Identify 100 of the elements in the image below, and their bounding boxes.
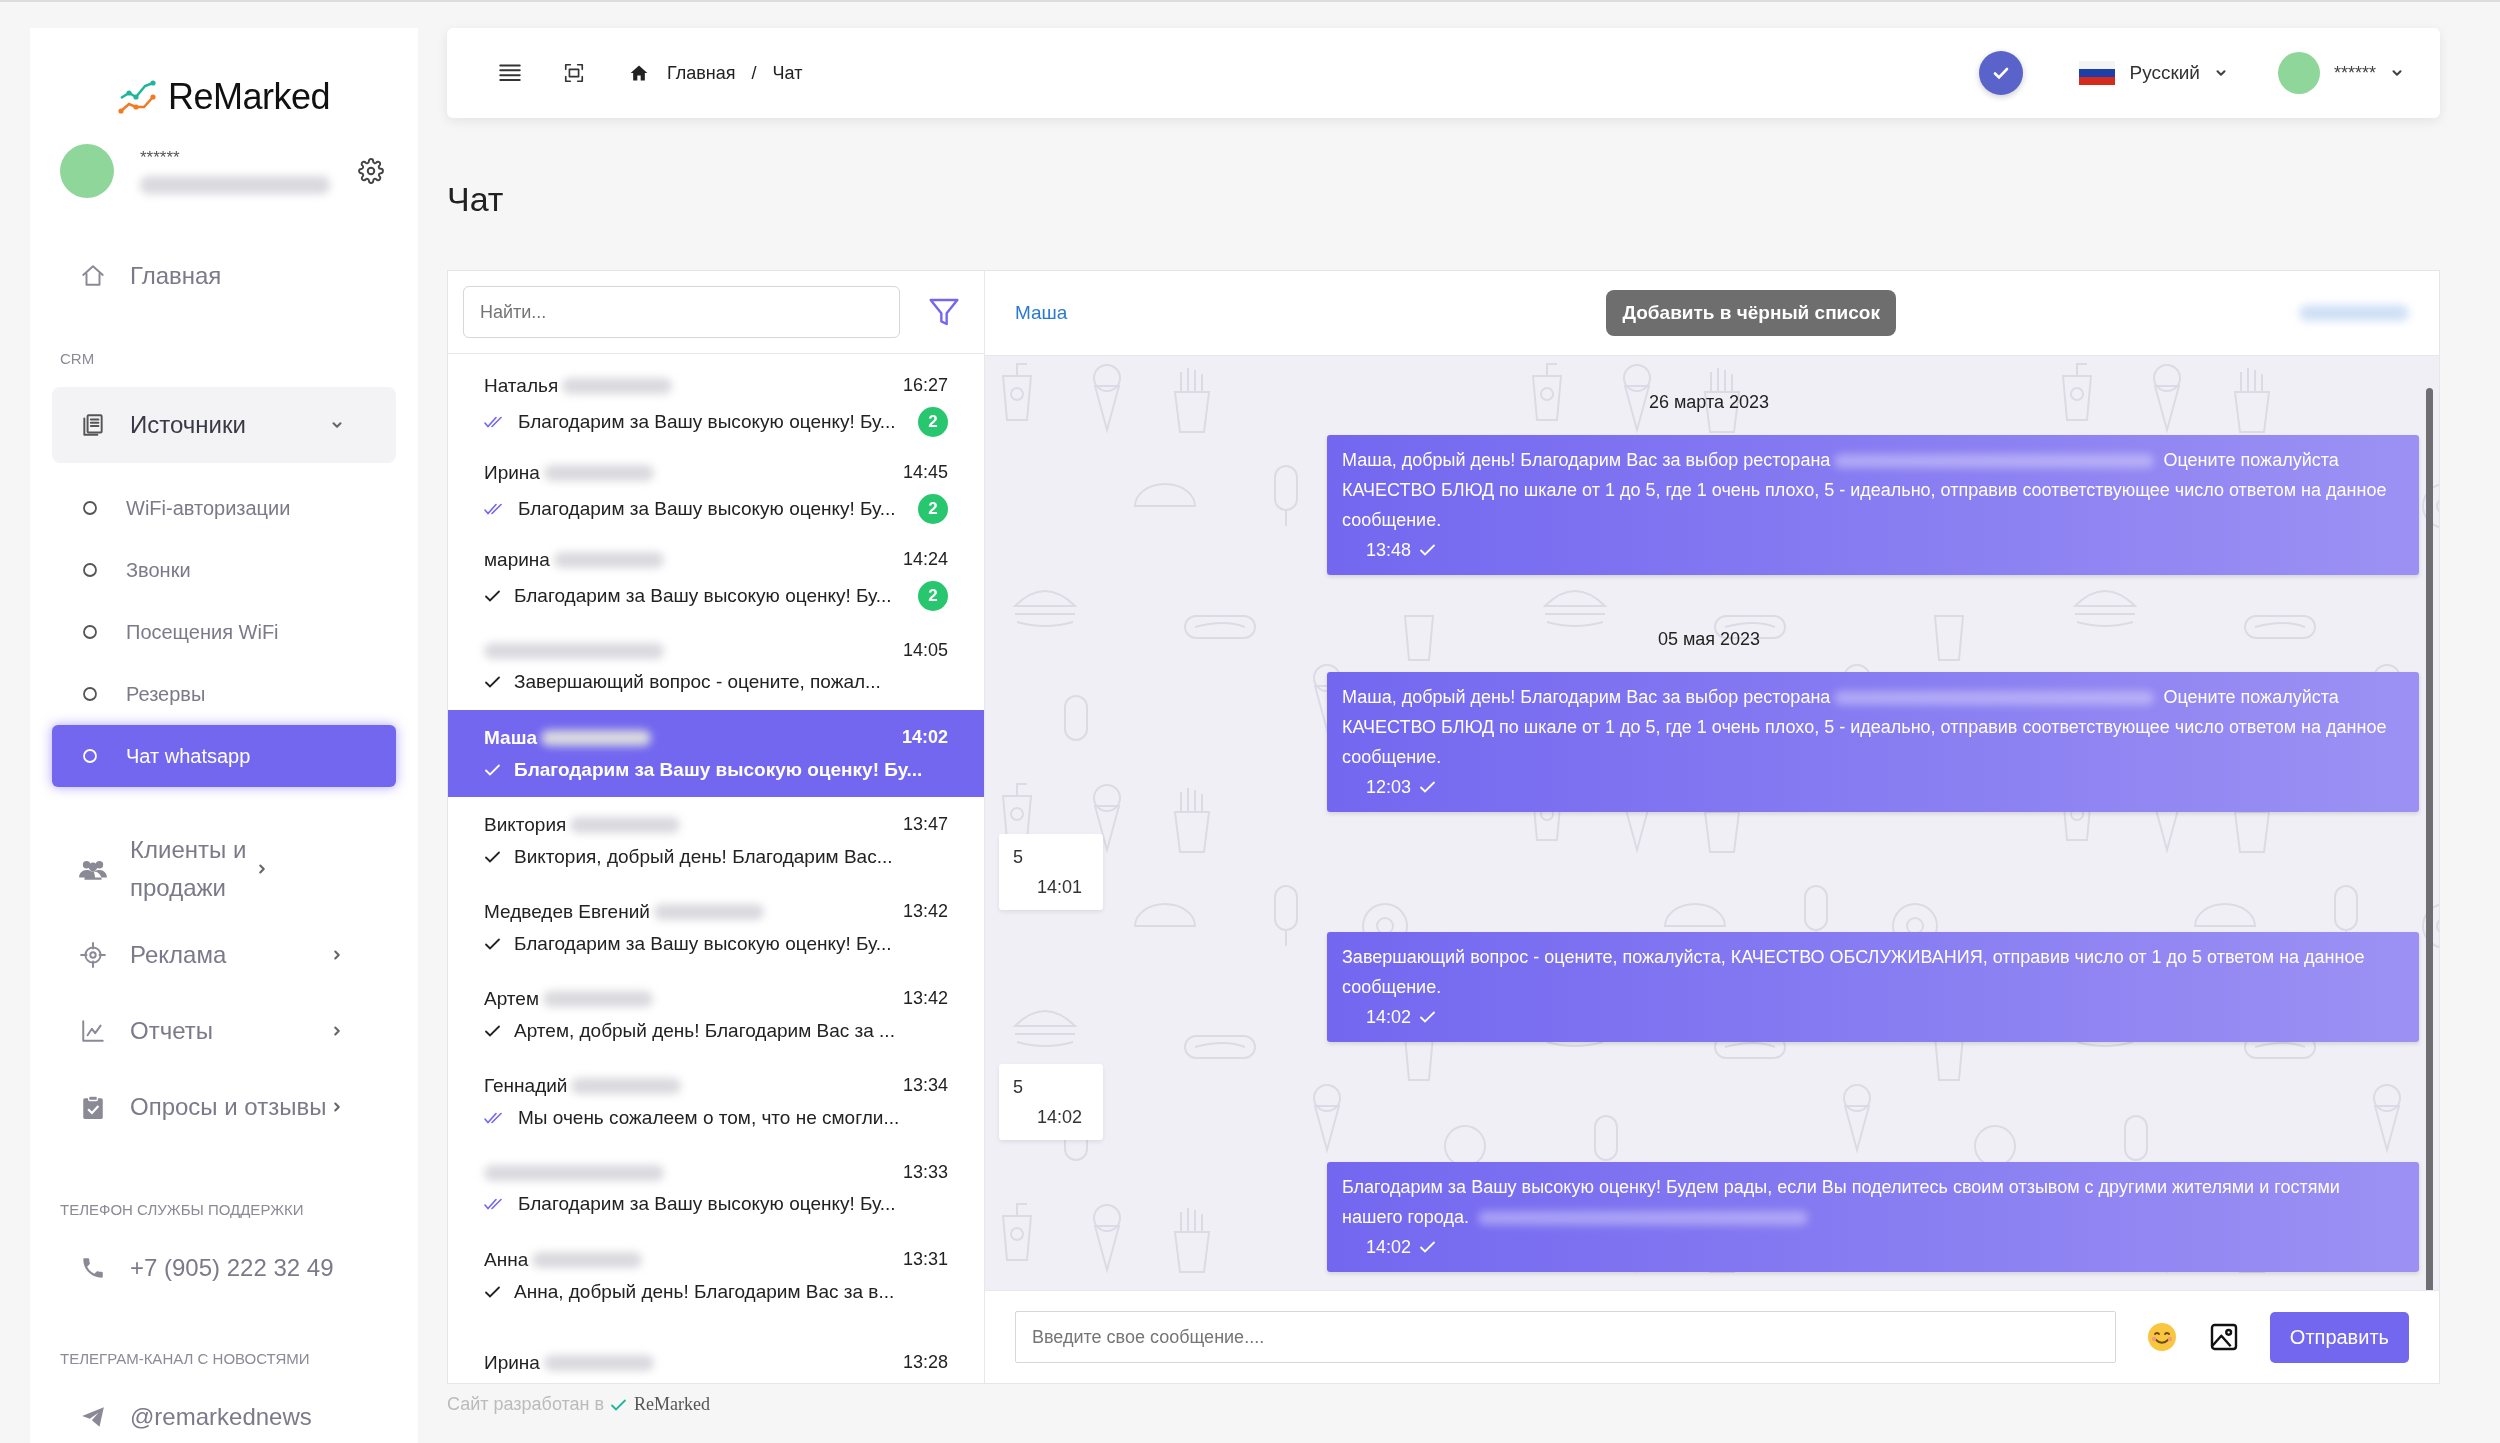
breadcrumb: Чат xyxy=(772,62,803,84)
chat-list-item[interactable]: Медведев Евгений 13:42 Благодарим за Вашу высокую оценку! Бу... xyxy=(448,884,984,972)
fullscreen-icon[interactable] xyxy=(563,62,585,84)
section-heading: ТЕЛЕГРАМ-КАНАЛ С НОВОСТЯМИ xyxy=(59,1350,311,1367)
message-time: 13:28 xyxy=(902,1352,948,1374)
message-text: Маша, добрый день! Благодарим Вас за выбор ресторана Оцените пожалуйста КАЧЕСТВО БЛЮД по шкале от 1 до 5, где 1 очень плохо, 5 - идеально, отправив соответствующее число ответом на данное сообщение. xyxy=(1342,686,2388,769)
chat-list-item[interactable]: марина 14:24 Благодарим за Вашу высокую оценку! Бу... 2 xyxy=(448,536,984,624)
message-time: 14:02 xyxy=(901,727,948,749)
circle-icon xyxy=(82,748,98,764)
footer-text: Сайт разработан в xyxy=(447,1394,605,1415)
message-preview: Благодарим за Вашу высокую оценку! Бу... xyxy=(514,932,892,955)
breadcrumb-separator: / xyxy=(751,62,757,84)
message-preview: Благодарим за Вашу высокую оценку! Бу... xyxy=(518,410,896,433)
contact-name: Артем xyxy=(484,987,539,1010)
message-time: 13:31 xyxy=(902,1249,948,1271)
nav-item[interactable]: Реклама xyxy=(52,917,396,993)
message-preview: Анна, добрый день! Благодарим Вас за в... xyxy=(514,1280,895,1303)
message-preview: Виктория, добрый день! Благодарим Вас... xyxy=(514,845,893,868)
send-button[interactable]: Отправить xyxy=(2269,1311,2409,1363)
message-text: 5 xyxy=(1013,1076,1024,1099)
check-icon xyxy=(1419,543,1438,557)
footer-logo[interactable]: ReMarked xyxy=(634,1394,711,1415)
check-icon xyxy=(1419,780,1438,794)
logo-text: ReMarked xyxy=(167,76,331,118)
blacklist-button[interactable]: Добавить в чёрный список xyxy=(1606,290,1896,336)
section-heading: ТЕЛЕФОН СЛУЖБЫ ПОДДЕРЖКИ xyxy=(59,1201,305,1218)
nav-item[interactable]: Клиенты и продажи xyxy=(52,821,396,917)
message-text: 5 xyxy=(1013,846,1024,869)
contact-name: Анна xyxy=(484,1248,529,1271)
message-time: 14:02 xyxy=(1037,1106,1083,1129)
date-label: 05 мая 2023 xyxy=(1657,629,1761,650)
chat-list-item[interactable]: Наталья 16:27 Благодарим за Вашу высокую оценку! Бу... 2 xyxy=(448,362,984,450)
message-preview: Благодарим за Вашу высокую оценку! Бу... xyxy=(514,758,923,781)
settings-icon[interactable] xyxy=(358,158,384,184)
chat-list-item[interactable]: 13:33 Благодарим за Вашу высокую оценку! Бу... xyxy=(448,1145,984,1233)
smiley-icon[interactable] xyxy=(2145,1321,2178,1353)
check-icon[interactable] xyxy=(1979,51,2024,95)
message-time: 12:03 xyxy=(1366,776,1412,799)
crosshair-icon xyxy=(78,942,108,968)
message-time: 14:05 xyxy=(902,640,948,662)
circle-icon xyxy=(82,500,98,516)
avatar xyxy=(60,144,114,198)
message-preview: Завершающий вопрос - оцените, пожал... xyxy=(514,671,881,694)
chat-list-item[interactable]: Ирина 13:28 xyxy=(448,1319,984,1383)
chat-list-item[interactable]: Анна 13:31 Анна, добрый день! Благодарим Вас за в... xyxy=(448,1232,984,1320)
search-field[interactable]: Найти... xyxy=(463,286,900,339)
unread-badge: 2 xyxy=(918,580,948,611)
nav-item[interactable]: Главная xyxy=(52,238,396,314)
contact-link[interactable]: Маша xyxy=(1015,302,1068,324)
message-time: 16:27 xyxy=(902,375,948,397)
contact-name: Геннадий xyxy=(484,1074,568,1097)
message-text: Маша, добрый день! Благодарим Вас за выбор ресторана Оцените пожалуйста КАЧЕСТВО БЛЮД по шкале от 1 до 5, где 1 очень плохо, 5 - идеально, отправив соответствующее число ответом на данное сообщение. xyxy=(1342,449,2388,532)
nav-item[interactable]: Отчеты xyxy=(52,993,396,1069)
message-time: 14:02 xyxy=(1366,1236,1412,1259)
scrollbar[interactable] xyxy=(2426,388,2433,1290)
nav-subitem[interactable]: Посещения WiFi xyxy=(52,601,396,663)
home-icon[interactable] xyxy=(629,63,649,83)
message-preview: Артем, добрый день! Благодарим Вас за ... xyxy=(514,1019,895,1042)
support-phone[interactable]: +7 (905) 222 32 49 xyxy=(130,1254,334,1282)
page-title: Чат xyxy=(447,180,505,220)
message-time: 14:45 xyxy=(902,462,948,484)
check-icon xyxy=(1419,1240,1438,1254)
circle-icon xyxy=(82,624,98,640)
message-time: 13:48 xyxy=(1366,539,1412,562)
avatar xyxy=(2277,52,2320,94)
message-field[interactable]: Введите свое сообщение.... xyxy=(1015,1311,2116,1363)
telegram-link[interactable]: @remarkednews xyxy=(130,1403,312,1431)
chat-list-item[interactable]: Виктория 13:47 Виктория, добрый день! Благодарим Вас... xyxy=(448,797,984,885)
check-icon xyxy=(1419,1010,1438,1024)
chat-list-item[interactable]: Маша 14:02 Благодарим за Вашу высокую оценку! Бу... xyxy=(448,710,984,798)
message-text: Благодарим за Вашу высокую оценку! Будем рады, если Вы поделитесь своим отзывом с другими жителями и гостями нашего города. xyxy=(1342,1176,2341,1229)
message-time: 14:02 xyxy=(1366,1006,1412,1029)
language-selector[interactable]: Русский xyxy=(2079,61,2228,85)
nav-item[interactable]: Опросы и отзывы xyxy=(52,1069,396,1145)
chat-list-item[interactable]: Геннадий 13:34 Мы очень сожалеем о том, что не смогли... xyxy=(448,1058,984,1146)
chat-list-item[interactable]: Ирина 14:45 Благодарим за Вашу высокую оценку! Бу... 2 xyxy=(448,449,984,537)
nav-subitem[interactable]: Чат whatsapp xyxy=(52,725,396,787)
message-preview: Благодарим за Вашу высокую оценку! Бу... xyxy=(514,584,892,607)
user-menu[interactable]: ****** xyxy=(2277,52,2404,94)
circle-icon xyxy=(82,562,98,578)
message-preview: Благодарим за Вашу высокую оценку! Бу... xyxy=(518,1193,896,1216)
chat-list-item[interactable]: Артем 13:42 Артем, добрый день! Благодарим Вас за ... xyxy=(448,971,984,1059)
nav-subitem[interactable]: WiFi-авторизации xyxy=(52,477,396,539)
message-preview: Благодарим за Вашу высокую оценку! Бу... xyxy=(518,497,896,520)
contact-name: марина xyxy=(484,548,550,571)
breadcrumb[interactable]: Главная xyxy=(667,62,736,84)
user-name: ****** xyxy=(140,148,181,168)
nav-subitem[interactable]: Резервы xyxy=(52,663,396,725)
date-label: 26 марта 2023 xyxy=(1648,392,1770,413)
circle-icon xyxy=(82,686,98,702)
nav-subitem[interactable]: Звонки xyxy=(52,539,396,601)
contact-name: Виктория xyxy=(484,813,567,836)
chat-list-item[interactable]: 14:05 Завершающий вопрос - оцените, пожал... xyxy=(448,623,984,711)
unread-badge: 2 xyxy=(918,406,948,437)
message-time: 13:47 xyxy=(902,814,948,836)
nav-group-header[interactable]: Источники xyxy=(52,387,396,463)
message-time: 13:34 xyxy=(902,1075,948,1097)
message-preview: Мы очень сожалеем о том, что не смогли... xyxy=(518,1106,900,1129)
contact-name: Ирина xyxy=(484,1351,540,1374)
contact-name: Наталья xyxy=(484,374,559,397)
